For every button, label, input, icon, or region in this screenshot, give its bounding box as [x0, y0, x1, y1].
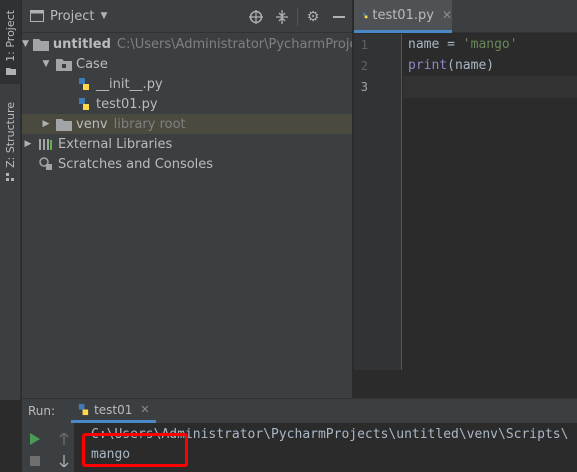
toolbar-divider — [297, 7, 298, 26]
chevron-right-icon[interactable]: ▶ — [40, 119, 52, 129]
scroll-down-icon[interactable] — [56, 453, 72, 469]
editor-tab-label: test01.py — [372, 7, 434, 23]
tree-item-external-libraries[interactable]: ▶ External Libraries — [22, 134, 352, 154]
editor-tabs: test01.py ✕ — [354, 0, 577, 33]
run-tab-test01[interactable]: test01 ✕ — [71, 399, 156, 423]
chevron-down-icon[interactable]: ▼ — [22, 39, 29, 49]
folder-icon — [30, 10, 44, 22]
chevron-down-icon[interactable]: ▼ — [40, 59, 52, 69]
project-tool-tab[interactable]: 1: Project — [0, 0, 21, 84]
library-icon — [38, 137, 54, 151]
gear-icon[interactable]: ⚙ — [300, 5, 326, 29]
chevron-right-icon[interactable]: ▶ — [22, 139, 34, 149]
package-folder-icon — [56, 57, 72, 71]
line-number: 1 — [360, 38, 368, 52]
line-number: 3 — [360, 80, 368, 94]
collapse-all-icon[interactable] — [269, 5, 295, 29]
structure-icon — [5, 172, 14, 181]
close-icon[interactable]: ✕ — [442, 8, 452, 22]
tree-item-label: Case — [76, 56, 108, 72]
tree-item-label: venv — [76, 116, 108, 132]
annotation-highlight-box — [82, 433, 188, 467]
code-string: 'mango' — [462, 37, 518, 52]
code-line-2[interactable]: print(name) — [408, 58, 494, 73]
python-file-icon — [76, 77, 92, 91]
tree-item-note: library root — [113, 116, 186, 132]
line-number: 2 — [360, 59, 368, 73]
folder-icon — [56, 117, 72, 131]
tree-item-case[interactable]: ▼ Case — [22, 54, 352, 74]
chevron-down-icon[interactable]: ▼ — [100, 11, 107, 21]
python-file-icon — [76, 97, 92, 111]
locate-file-icon[interactable] — [243, 5, 269, 29]
python-file-icon — [362, 12, 368, 18]
stop-icon[interactable] — [27, 453, 43, 469]
project-tool-tab-label: 1: Project — [4, 10, 17, 62]
tree-item-label: Scratches and Consoles — [58, 156, 214, 172]
line-number-gutter: 1 2 3 — [354, 34, 402, 370]
tree-item-untitled[interactable]: ▼ untitled C:\Users\Administrator\Pychar… — [22, 34, 352, 54]
tree-item-scratches[interactable]: Scratches and Consoles — [22, 154, 352, 174]
tree-item-init-py[interactable]: __init__.py — [22, 74, 352, 94]
close-icon[interactable]: ✕ — [140, 403, 149, 416]
folder-icon — [5, 67, 16, 75]
project-view-selector[interactable]: Project — [50, 9, 94, 24]
code-identifier: name = — [408, 37, 463, 52]
run-tab-label: test01 — [94, 402, 133, 417]
code-args: (name) — [447, 58, 495, 73]
run-panel-header: Run: test01 ✕ — [22, 399, 577, 423]
tree-item-label: External Libraries — [58, 136, 173, 152]
tree-item-path: C:\Users\Administrator\PycharmProjects\u… — [116, 36, 352, 52]
scratches-icon — [38, 157, 54, 171]
project-panel-header: Project ▼ ⚙ — [22, 0, 352, 33]
tree-item-label: __init__.py — [96, 76, 163, 92]
rerun-icon[interactable] — [27, 431, 43, 447]
structure-tool-tab[interactable]: Z: Structure — [0, 98, 21, 181]
code-builtin: print — [408, 58, 448, 73]
run-panel-label: Run: — [28, 404, 56, 418]
project-panel: Project ▼ ⚙ ▼ untitled C:\Users\Administ… — [22, 0, 352, 398]
editor-area: test01.py ✕ 1 2 3 name = 'mango' print(n… — [354, 0, 577, 398]
editor-tab-test01[interactable]: test01.py ✕ — [354, 0, 452, 33]
hide-panel-icon[interactable] — [326, 5, 352, 29]
run-toolbar — [22, 423, 74, 472]
tree-item-label: test01.py — [96, 96, 158, 112]
tree-item-label: untitled — [52, 36, 111, 52]
scroll-up-icon[interactable] — [56, 431, 72, 447]
tree-item-venv[interactable]: ▶ venv library root — [22, 114, 352, 134]
python-file-icon — [78, 403, 89, 416]
tree-item-test01-py[interactable]: test01.py — [22, 94, 352, 114]
code-line-1[interactable]: name = 'mango' — [408, 37, 518, 52]
code-line-3[interactable] — [408, 79, 568, 97]
tool-window-stripe: 1: Project Z: Structure — [0, 0, 21, 400]
structure-tool-tab-label: Z: Structure — [4, 102, 17, 168]
folder-icon — [32, 37, 49, 51]
